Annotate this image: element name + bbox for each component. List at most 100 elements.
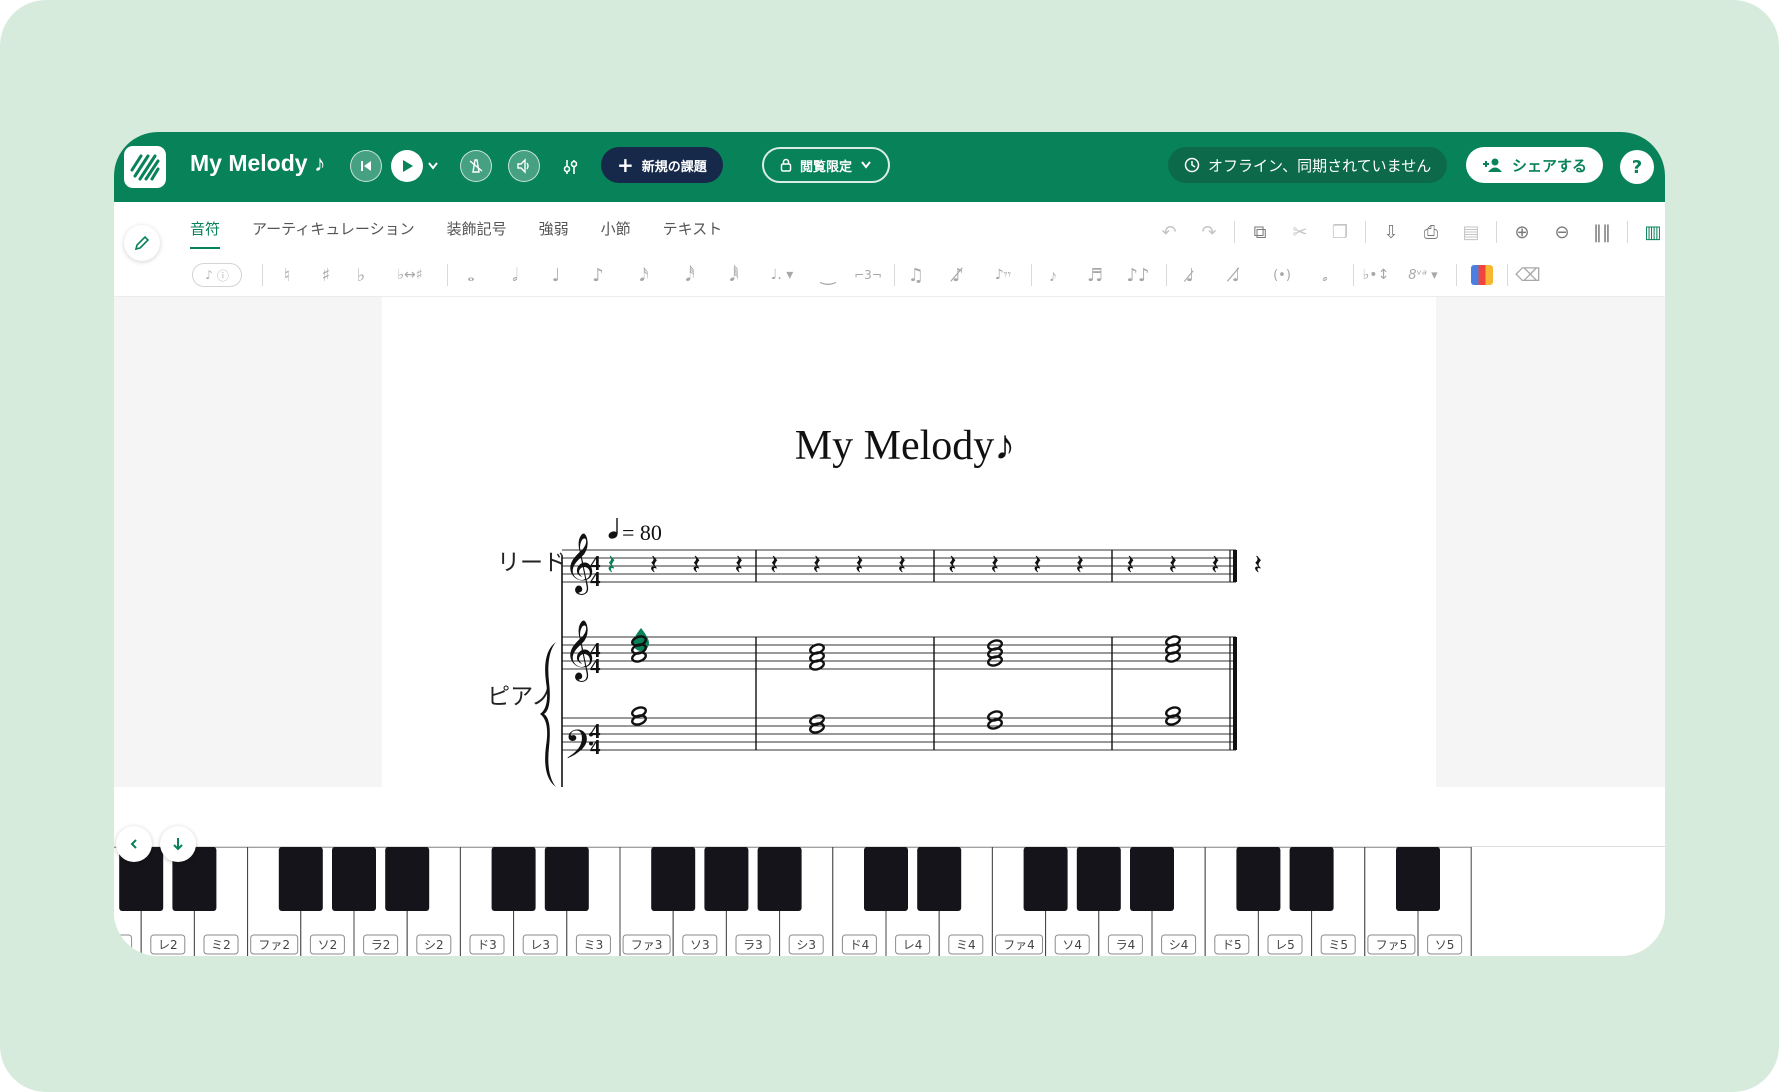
tab-notes[interactable]: 音符 bbox=[190, 212, 221, 249]
selected-quarter-rest[interactable]: 𝄽 bbox=[607, 548, 616, 581]
app-logo-icon[interactable] bbox=[124, 146, 166, 188]
black-key[interactable] bbox=[1023, 847, 1068, 911]
quarter-rest[interactable]: 𝄽 bbox=[991, 548, 1000, 581]
visibility-dropdown[interactable]: 閲覧限定 bbox=[762, 147, 891, 183]
piano-treble-staff[interactable] bbox=[562, 636, 1236, 670]
octave-shift-icon[interactable]: 8ᵛᵃ ▾ bbox=[1398, 268, 1448, 283]
score-title[interactable]: My Melody♪ bbox=[795, 423, 1016, 469]
enharmonic-icon[interactable]: ♭↔♯ bbox=[381, 267, 439, 283]
grace-note-icon[interactable]: 𝆔 bbox=[1032, 265, 1074, 286]
play-options-chevron-icon[interactable] bbox=[427, 161, 439, 171]
black-key[interactable] bbox=[757, 847, 802, 911]
rewind-button[interactable] bbox=[350, 150, 382, 182]
black-key[interactable] bbox=[385, 847, 430, 911]
black-key[interactable] bbox=[1076, 847, 1121, 911]
score-svg[interactable]: My Melody♪ = 80 リード ピアノ 𝄞 𝄞 𝄢 44 44 44 𝄽… bbox=[382, 297, 1436, 818]
staff-label-piano[interactable]: ピアノ bbox=[487, 684, 554, 710]
undo-icon[interactable]: ↶ bbox=[1154, 217, 1184, 247]
volume-button[interactable] bbox=[508, 150, 540, 182]
sync-status-badge[interactable]: オフライン、同期されていません bbox=[1168, 147, 1448, 183]
black-key[interactable] bbox=[651, 847, 696, 911]
quarter-rest[interactable]: 𝄽 bbox=[1211, 548, 1220, 581]
black-key[interactable] bbox=[278, 847, 323, 911]
half-note-icon[interactable]: 𝅗𝅥 bbox=[494, 265, 536, 286]
quarter-rest[interactable]: 𝄽 bbox=[898, 548, 907, 581]
eighth-note-icon[interactable]: ♪ bbox=[576, 265, 620, 286]
tuplet-icon[interactable]: ⌐3¬ bbox=[848, 268, 888, 282]
score-name[interactable]: My Melody ♪ bbox=[190, 150, 325, 177]
input-mode-toggle[interactable]: ♪ ⓘ bbox=[192, 263, 242, 287]
black-key[interactable] bbox=[332, 847, 376, 911]
keyboard-collapse-button[interactable] bbox=[160, 826, 196, 862]
sixty-fourth-note-icon[interactable]: 𝅘𝅥𝅱 bbox=[712, 265, 756, 286]
quarter-rest[interactable]: 𝄽 bbox=[1033, 548, 1042, 581]
tempo-marking[interactable]: = 80 bbox=[607, 518, 662, 545]
piano-chords[interactable] bbox=[631, 635, 1181, 734]
black-key[interactable] bbox=[704, 847, 749, 911]
transpose-icon[interactable]: ♭•↕ bbox=[1354, 267, 1398, 283]
sharp-icon[interactable]: ♯ bbox=[311, 265, 341, 286]
layout-icon[interactable]: ▤ bbox=[1456, 217, 1486, 247]
measure-view-icon[interactable]: ‖‖ bbox=[1587, 217, 1617, 247]
edit-mode-button[interactable] bbox=[124, 225, 160, 261]
quarter-rest[interactable]: 𝄽 bbox=[1076, 548, 1085, 581]
black-key[interactable] bbox=[917, 847, 962, 911]
black-key[interactable] bbox=[1236, 847, 1281, 911]
share-button[interactable]: シェアする bbox=[1466, 147, 1604, 183]
rest-group-icon[interactable]: ♪𝄾𝄾 bbox=[979, 267, 1027, 283]
quarter-note-icon[interactable]: ♩ bbox=[536, 265, 576, 286]
quarter-rest[interactable]: 𝄽 bbox=[770, 548, 779, 581]
play-button[interactable] bbox=[391, 150, 423, 182]
quarter-rest[interactable]: 𝄽 bbox=[855, 548, 864, 581]
color-palette-icon[interactable] bbox=[1471, 265, 1493, 285]
split-note-icon[interactable]: ♪♪ bbox=[1116, 265, 1160, 286]
quarter-rest[interactable]: 𝄽 bbox=[1254, 548, 1263, 581]
quarter-rest[interactable]: 𝄽 bbox=[1126, 548, 1135, 581]
stem-direction-icon[interactable]: 𝅗 bbox=[1305, 265, 1345, 286]
tab-text[interactable]: テキスト bbox=[663, 212, 723, 245]
tab-articulation[interactable]: アーティキュレーション bbox=[252, 212, 415, 245]
piano-keyboard-icon[interactable]: ▥ bbox=[1638, 217, 1665, 247]
print-icon[interactable]: ⎙ bbox=[1416, 217, 1446, 247]
new-task-button[interactable]: + 新規の課題 bbox=[601, 147, 723, 183]
natural-icon[interactable]: ♮ bbox=[263, 265, 311, 286]
cross-notehead-icon[interactable]: ♩̷ bbox=[1167, 265, 1213, 286]
staff-label-lead[interactable]: リード bbox=[497, 550, 566, 576]
quarter-rest[interactable]: 𝄽 bbox=[813, 548, 822, 581]
metronome-button[interactable] bbox=[460, 150, 492, 182]
quarter-rest[interactable]: 𝄽 bbox=[1169, 548, 1178, 581]
beam-icon[interactable]: ♫ bbox=[895, 265, 937, 286]
black-key[interactable] bbox=[544, 847, 589, 911]
double-note-icon[interactable]: ♬ bbox=[1074, 265, 1116, 286]
zoom-out-icon[interactable]: ⊖ bbox=[1547, 217, 1577, 247]
break-beam-icon[interactable]: ♪̸ bbox=[937, 265, 979, 286]
whole-note-icon[interactable]: 𝅝 bbox=[448, 265, 494, 286]
black-key[interactable] bbox=[864, 847, 908, 911]
delete-icon[interactable]: ⌫ bbox=[1508, 265, 1548, 286]
black-key[interactable] bbox=[1396, 847, 1440, 911]
cloud-download-icon[interactable]: ⇩ bbox=[1376, 217, 1406, 247]
redo-icon[interactable]: ↷ bbox=[1194, 217, 1224, 247]
quarter-rest[interactable]: 𝄽 bbox=[692, 548, 701, 581]
quarter-rest[interactable]: 𝄽 bbox=[650, 548, 659, 581]
quarter-rest[interactable]: 𝄽 bbox=[735, 548, 744, 581]
keyboard-keys[interactable]: ド2 レ2 ミ2 ファ2 ソ2 ラ2 シ2 ド3 レ3 ミ3 ファ3 ソ3 ラ3 シ3 ド4 レ4 ミ4 ファ4 ソ… bbox=[114, 847, 1665, 956]
tab-ornaments[interactable]: 装飾記号 bbox=[447, 212, 507, 245]
help-button[interactable]: ? bbox=[1620, 150, 1654, 184]
tab-measures[interactable]: 小節 bbox=[601, 212, 631, 245]
dotted-note-icon[interactable]: ♩. ▾ bbox=[756, 267, 808, 283]
black-key[interactable] bbox=[491, 847, 536, 911]
tie-icon[interactable]: ‿ bbox=[808, 265, 848, 286]
slash-notehead-icon[interactable]: ♩̸ bbox=[1213, 265, 1259, 286]
quarter-rest[interactable]: 𝄽 bbox=[948, 548, 957, 581]
keyboard-back-button[interactable] bbox=[116, 826, 152, 862]
mixer-icon[interactable] bbox=[562, 158, 580, 176]
zoom-in-icon[interactable]: ⊕ bbox=[1507, 217, 1537, 247]
tab-dynamics[interactable]: 強弱 bbox=[539, 212, 569, 245]
scissors-icon[interactable]: ✂ bbox=[1285, 217, 1315, 247]
ghost-note-icon[interactable]: (•) bbox=[1259, 268, 1305, 283]
piano-bass-staff[interactable] bbox=[562, 717, 1236, 751]
black-key[interactable] bbox=[1130, 847, 1174, 911]
thirty-second-note-icon[interactable]: 𝅘𝅥𝅰 bbox=[668, 265, 712, 286]
paste-icon[interactable]: ❐ bbox=[1325, 217, 1355, 247]
